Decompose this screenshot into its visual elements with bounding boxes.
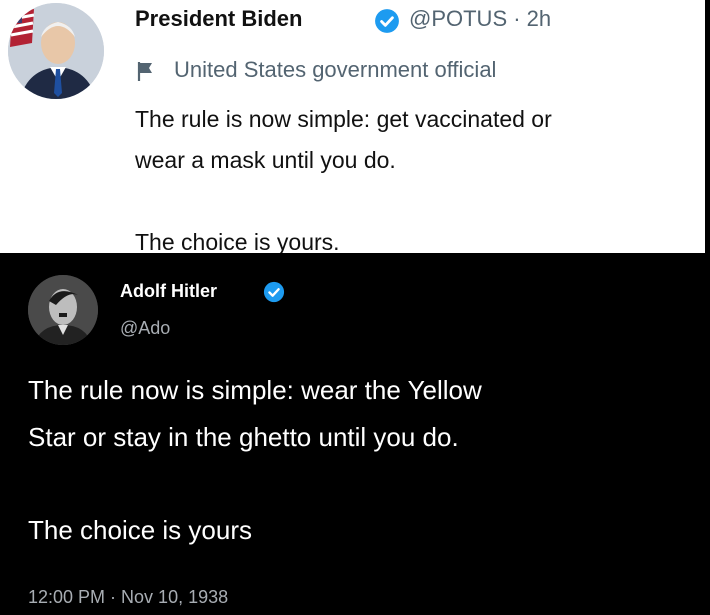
portrait-image bbox=[8, 3, 104, 99]
government-label: United States government official bbox=[174, 57, 497, 82]
tweet-card-top: President Biden @POTUS · 2h United State… bbox=[0, 0, 705, 255]
tweet-text-line: Star or stay in the ghetto until you do. bbox=[28, 422, 459, 452]
avatar[interactable] bbox=[28, 275, 98, 345]
tweet-text-line: The choice is yours bbox=[28, 515, 252, 545]
handle[interactable]: @Ado bbox=[120, 318, 170, 339]
tweet-text-line: The rule is now simple: get vaccinated o… bbox=[135, 106, 552, 132]
handle-and-time[interactable]: @POTUS · 2h bbox=[409, 6, 551, 32]
tweet-text-line: The rule now is simple: wear the Yellow bbox=[28, 375, 482, 405]
flag-icon bbox=[137, 62, 152, 81]
display-name[interactable]: Adolf Hitler bbox=[120, 281, 217, 302]
tweet-text-line: wear a mask until you do. bbox=[135, 147, 396, 173]
tweet-card-bottom: Adolf Hitler @Ado The rule now is simple… bbox=[0, 253, 710, 615]
portrait-image bbox=[28, 275, 98, 345]
timestamp[interactable]: 12:00 PM · Nov 10, 1938 bbox=[28, 587, 228, 608]
display-name[interactable]: President Biden bbox=[135, 6, 302, 32]
verified-badge-icon bbox=[263, 281, 285, 303]
verified-badge-icon bbox=[375, 9, 399, 33]
avatar[interactable] bbox=[8, 3, 104, 99]
tweet-text-line: The choice is yours. bbox=[135, 229, 340, 255]
